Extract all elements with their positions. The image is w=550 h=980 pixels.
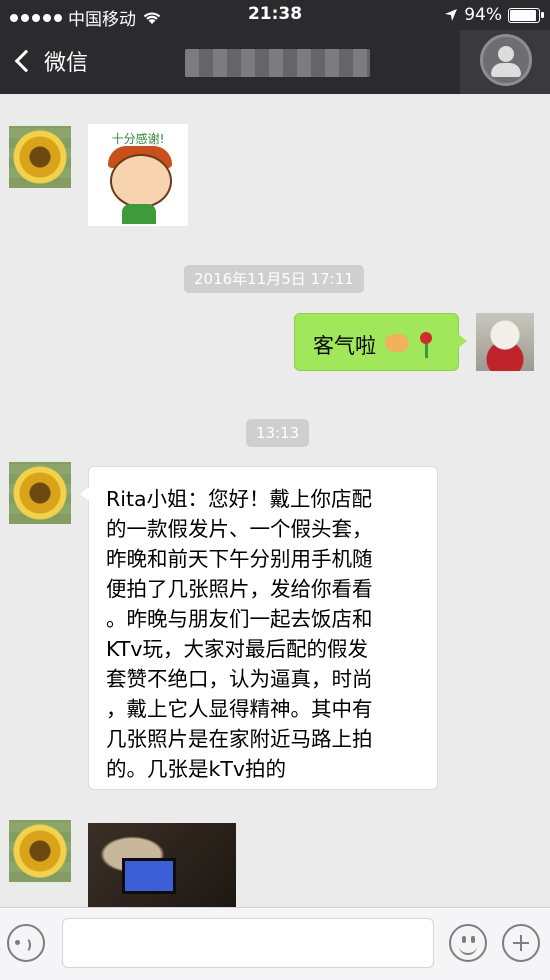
sticker-face bbox=[110, 154, 172, 208]
voice-wave bbox=[19, 937, 31, 953]
status-right: 94% bbox=[444, 5, 544, 25]
message-text: 客气啦 bbox=[313, 334, 376, 358]
voice-button[interactable] bbox=[7, 924, 45, 962]
back-label: 微信 bbox=[44, 51, 89, 76]
emoji-icon bbox=[462, 936, 466, 943]
message-input[interactable] bbox=[62, 918, 434, 968]
emoji-button[interactable] bbox=[449, 924, 487, 962]
location-arrow-icon bbox=[445, 9, 458, 21]
avatar-other[interactable] bbox=[9, 462, 71, 524]
status-bar: 中国移动 21:38 94% bbox=[0, 0, 550, 30]
timestamp: 13:13 bbox=[246, 419, 310, 447]
rose-stem bbox=[425, 344, 428, 358]
photo-tv-screen bbox=[122, 858, 176, 894]
nav-bar: 微信 bbox=[0, 30, 550, 94]
plus-button[interactable] bbox=[502, 924, 540, 962]
avatar-other[interactable] bbox=[9, 126, 71, 188]
message-bubble-self[interactable]: 客气啦 bbox=[294, 313, 467, 371]
input-bar bbox=[0, 907, 550, 980]
image-message[interactable] bbox=[88, 823, 236, 913]
battery-icon bbox=[508, 7, 544, 23]
back-button[interactable]: 微信 bbox=[12, 45, 88, 77]
battery-percent: 94% bbox=[464, 5, 502, 25]
message-bubble-other[interactable]: Rita小姐：您好！戴上你店配 的一款假发片、一个假头套， 昨晚和前天下午分别用… bbox=[80, 466, 438, 790]
avatar-other[interactable] bbox=[9, 820, 71, 882]
chevron-left-icon bbox=[14, 49, 38, 73]
handshake-emoji-icon bbox=[385, 334, 409, 352]
emoji-icon-mouth bbox=[459, 945, 477, 955]
timestamp: 2016年11月5日 17:11 bbox=[184, 265, 364, 293]
message-text: Rita小姐：您好！戴上你店配 的一款假发片、一个假头套， 昨晚和前天下午分别用… bbox=[106, 487, 373, 781]
sticker-message[interactable]: 十分感谢! bbox=[88, 124, 188, 226]
chat-title bbox=[185, 49, 370, 77]
sticker-text: 十分感谢! bbox=[111, 132, 165, 146]
emoji-icon-eye bbox=[471, 936, 475, 943]
avatar-self[interactable] bbox=[476, 313, 534, 371]
contact-profile-button[interactable] bbox=[460, 30, 550, 94]
rose-emoji-icon bbox=[420, 332, 432, 344]
profile-icon-body bbox=[491, 63, 521, 77]
sticker-shirt bbox=[122, 204, 156, 224]
profile-icon-head bbox=[498, 46, 514, 62]
battery-fill bbox=[510, 9, 536, 21]
